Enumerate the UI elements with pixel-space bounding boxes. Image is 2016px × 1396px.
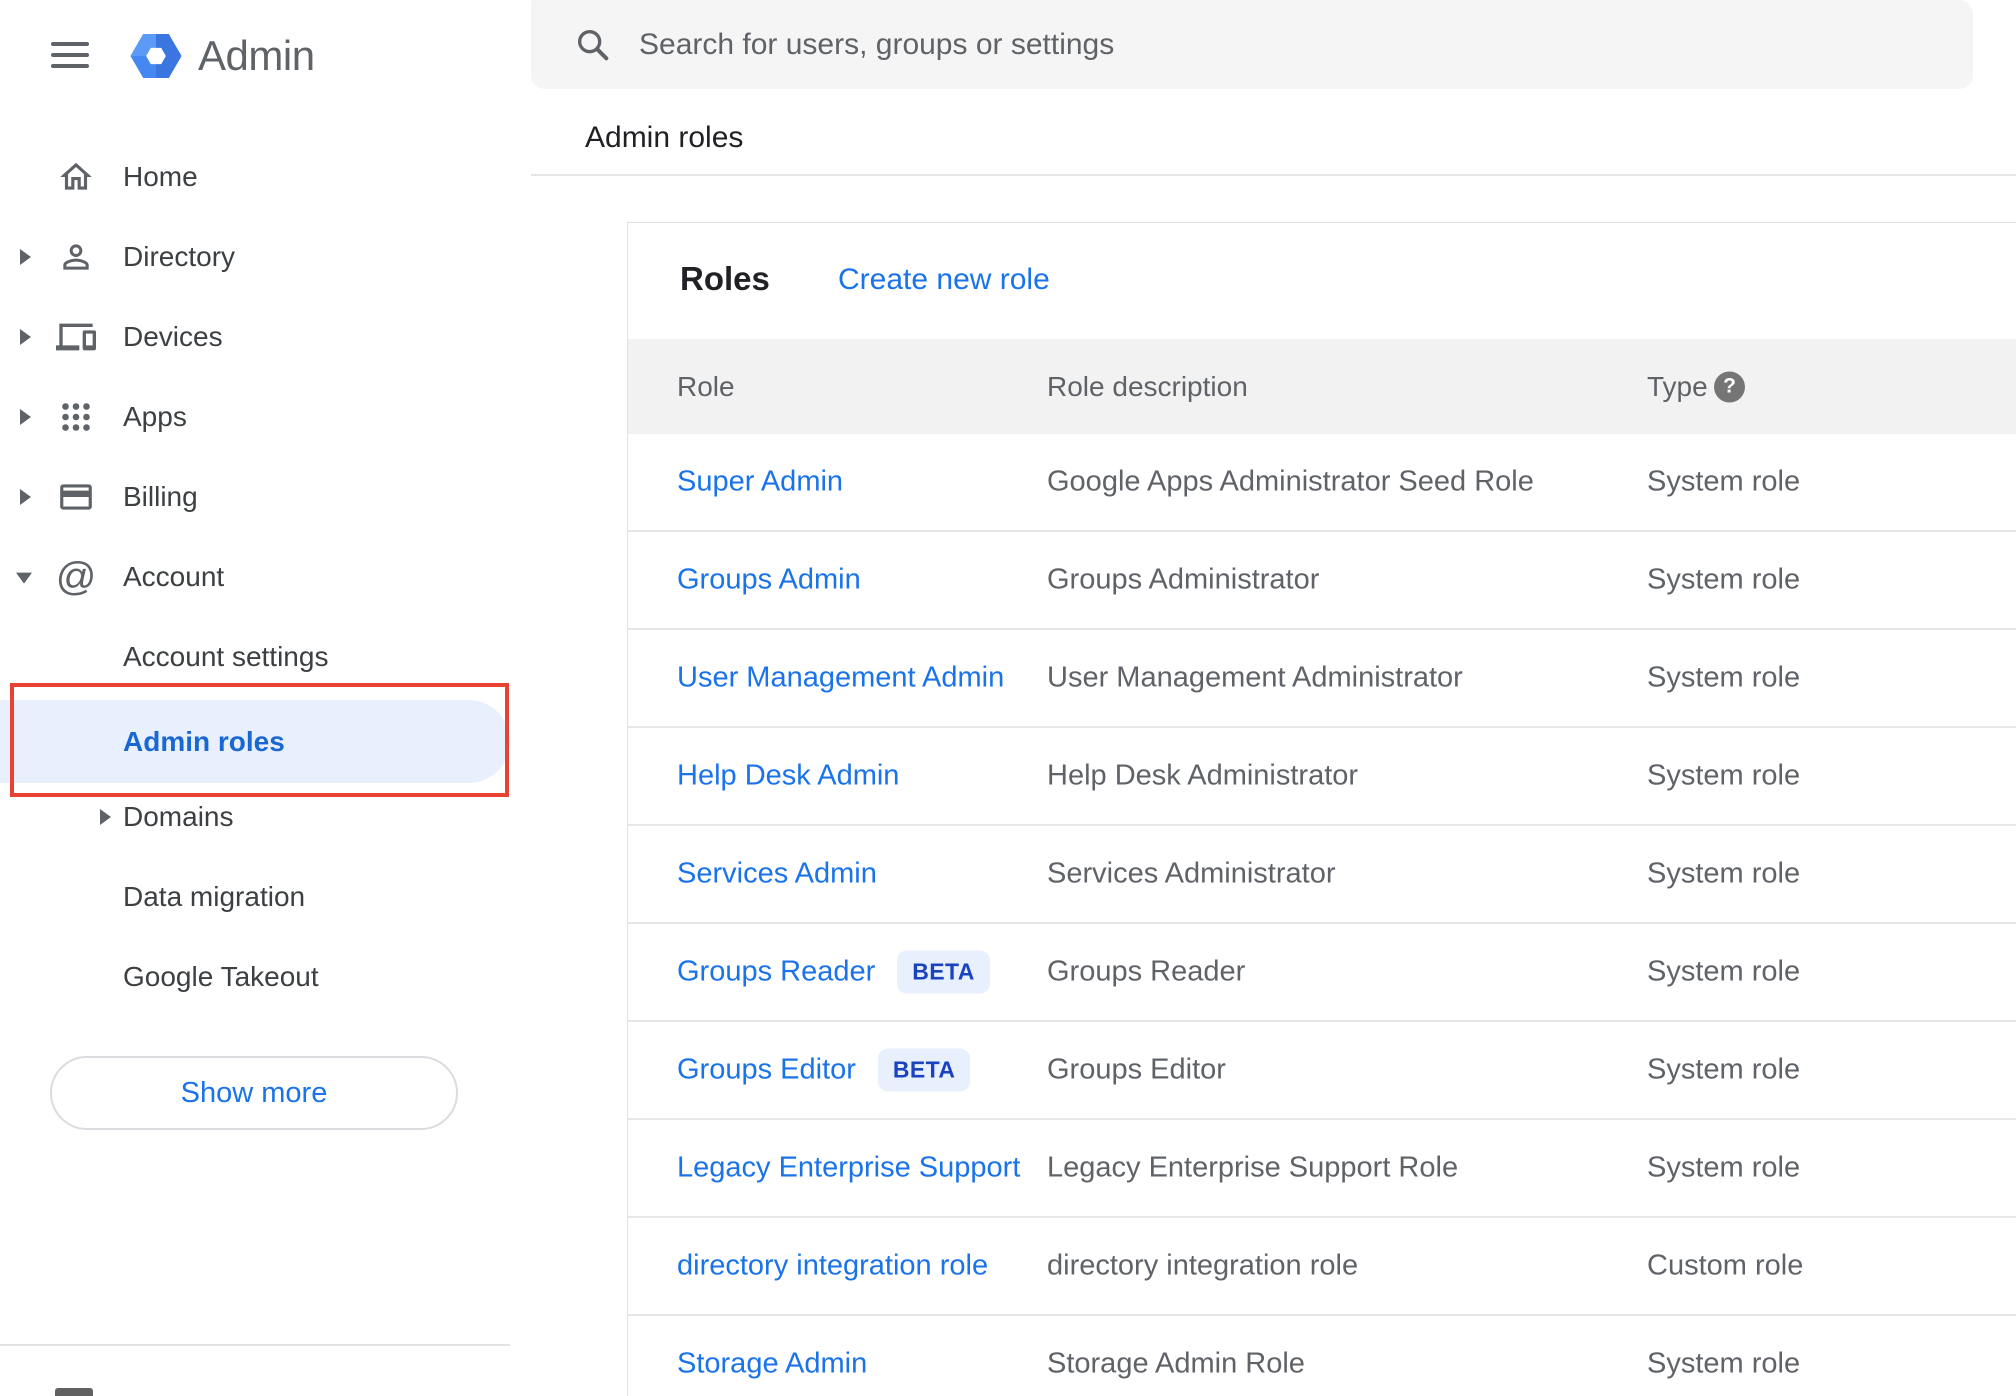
create-new-role-link[interactable]: Create new role [838, 261, 1050, 299]
role-description: Legacy Enterprise Support Role [1047, 1151, 1459, 1184]
billing-icon [56, 477, 96, 517]
sidebar-item-domains[interactable]: Domains [0, 777, 510, 857]
sidebar-item-label: Billing [123, 481, 198, 512]
admin-console: Admin Admin roles Home Directory [0, 0, 2016, 1396]
help-icon[interactable]: ? [1714, 371, 1745, 402]
at-glyph: @ [55, 555, 97, 599]
logo-text: Admin [198, 32, 315, 79]
role-type: System role [1647, 759, 1801, 792]
sidebar-item-label: Devices [123, 321, 223, 352]
role-description: Groups Administrator [1047, 563, 1320, 596]
sidebar-item-label: Data migration [123, 881, 306, 912]
chevron-right-icon[interactable] [20, 409, 31, 425]
role-link[interactable]: Services Admin [677, 858, 877, 891]
column-header-role[interactable]: Role [677, 371, 735, 403]
show-more-button[interactable]: Show more [50, 1056, 458, 1130]
sidebar-item-account[interactable]: @ Account [0, 537, 510, 617]
sidebar-item-home[interactable]: Home [0, 137, 510, 217]
devices-icon [56, 317, 96, 357]
role-description: User Management Administrator [1047, 661, 1463, 694]
sidebar-item-label: Domains [123, 801, 234, 832]
table-row: User Management Admin User Management Ad… [628, 630, 2016, 728]
card-title: Roles [680, 260, 770, 297]
menu-icon[interactable] [51, 42, 89, 68]
role-description: Groups Reader [1047, 955, 1246, 988]
chevron-right-icon[interactable] [100, 809, 111, 825]
table-header: Role Role description Type ? [628, 339, 2016, 434]
table-row: Legacy Enterprise Support Legacy Enterpr… [628, 1120, 2016, 1218]
role-type: Custom role [1647, 1249, 1804, 1282]
sidebar-item-label: Account [123, 561, 225, 592]
sidebar-item-label: Directory [123, 241, 236, 272]
roles-card: Roles Create new role Role Role descript… [627, 222, 2016, 1396]
role-description: Storage Admin Role [1047, 1347, 1305, 1380]
logo[interactable]: Admin [127, 26, 315, 86]
sidebar-item-devices[interactable]: Devices [0, 297, 510, 377]
table-row: Super Admin Google Apps Administrator Se… [628, 434, 2016, 532]
search-bar[interactable] [531, 0, 1973, 89]
sidebar-item-label: Home [123, 161, 198, 192]
table-row: Groups Reader BETA Groups Reader System … [628, 924, 2016, 1022]
table-row: Help Desk Admin Help Desk Administrator … [628, 728, 2016, 826]
table-row: Storage Admin Storage Admin Role System … [628, 1316, 2016, 1396]
sidebar-item-directory[interactable]: Directory [0, 217, 510, 297]
role-link[interactable]: Super Admin [677, 466, 843, 499]
roles-table: Super Admin Google Apps Administrator Se… [628, 434, 2016, 1396]
chevron-right-icon[interactable] [20, 249, 31, 265]
account-icon: @ [55, 555, 97, 599]
role-type: System role [1647, 1151, 1801, 1184]
menu-bar [51, 42, 89, 46]
breadcrumb: Admin roles [585, 121, 744, 154]
role-type: System role [1647, 661, 1801, 694]
sidebar-divider [0, 1344, 510, 1346]
role-type: System role [1647, 563, 1801, 596]
breadcrumb-divider [531, 174, 2016, 176]
role-description: Groups Editor [1047, 1053, 1226, 1086]
role-type: System role [1647, 955, 1801, 988]
role-description: Services Administrator [1047, 857, 1336, 890]
admin-hexagon-icon [130, 33, 182, 79]
sidebar-item-billing[interactable]: Billing [0, 457, 510, 537]
table-row: Groups Admin Groups Administrator System… [628, 532, 2016, 630]
search-icon[interactable] [573, 25, 613, 65]
role-link[interactable]: Legacy Enterprise Support [677, 1152, 1020, 1185]
chevron-right-icon[interactable] [20, 489, 31, 505]
role-link[interactable]: User Management Admin [677, 662, 1004, 695]
role-link[interactable]: Groups Editor [677, 1054, 856, 1087]
role-description: Help Desk Administrator [1047, 759, 1359, 792]
sidebar-item-label: Google Takeout [123, 961, 319, 992]
role-link[interactable]: Groups Admin [677, 564, 861, 597]
role-link[interactable]: directory integration role [677, 1250, 988, 1283]
sidebar-item-data-migration[interactable]: Data migration [0, 857, 510, 937]
column-header-description[interactable]: Role description [1047, 371, 1248, 403]
role-link[interactable]: Groups Reader [677, 956, 875, 989]
sidebar-item-label: Account settings [123, 641, 329, 672]
chevron-down-icon[interactable] [16, 572, 32, 584]
role-description: Google Apps Administrator Seed Role [1047, 465, 1534, 498]
sidebar-item-label: Apps [123, 401, 187, 432]
menu-bar [51, 64, 89, 68]
directory-icon [56, 237, 96, 277]
beta-badge: BETA [877, 1048, 971, 1092]
partial-cutoff-icon [55, 1388, 93, 1396]
role-description: directory integration role [1047, 1249, 1359, 1282]
home-icon [56, 157, 96, 197]
role-link[interactable]: Storage Admin [677, 1348, 867, 1381]
sidebar-item-apps[interactable]: Apps [0, 377, 510, 457]
menu-bar [51, 53, 89, 57]
table-row: Groups Editor BETA Groups Editor System … [628, 1022, 2016, 1120]
role-type: System role [1647, 465, 1801, 498]
role-type: System role [1647, 857, 1801, 890]
table-row: Services Admin Services Administrator Sy… [628, 826, 2016, 924]
role-type: System role [1647, 1347, 1801, 1380]
role-type: System role [1647, 1053, 1801, 1086]
table-row: directory integration role directory int… [628, 1218, 2016, 1316]
beta-badge: BETA [897, 950, 990, 994]
search-input[interactable] [639, 27, 1889, 62]
apps-icon [56, 397, 96, 437]
sidebar-item-google-takeout[interactable]: Google Takeout [0, 937, 510, 1017]
role-link[interactable]: Help Desk Admin [677, 760, 899, 793]
chevron-right-icon[interactable] [20, 329, 31, 345]
column-header-type[interactable]: Type [1647, 371, 1708, 403]
